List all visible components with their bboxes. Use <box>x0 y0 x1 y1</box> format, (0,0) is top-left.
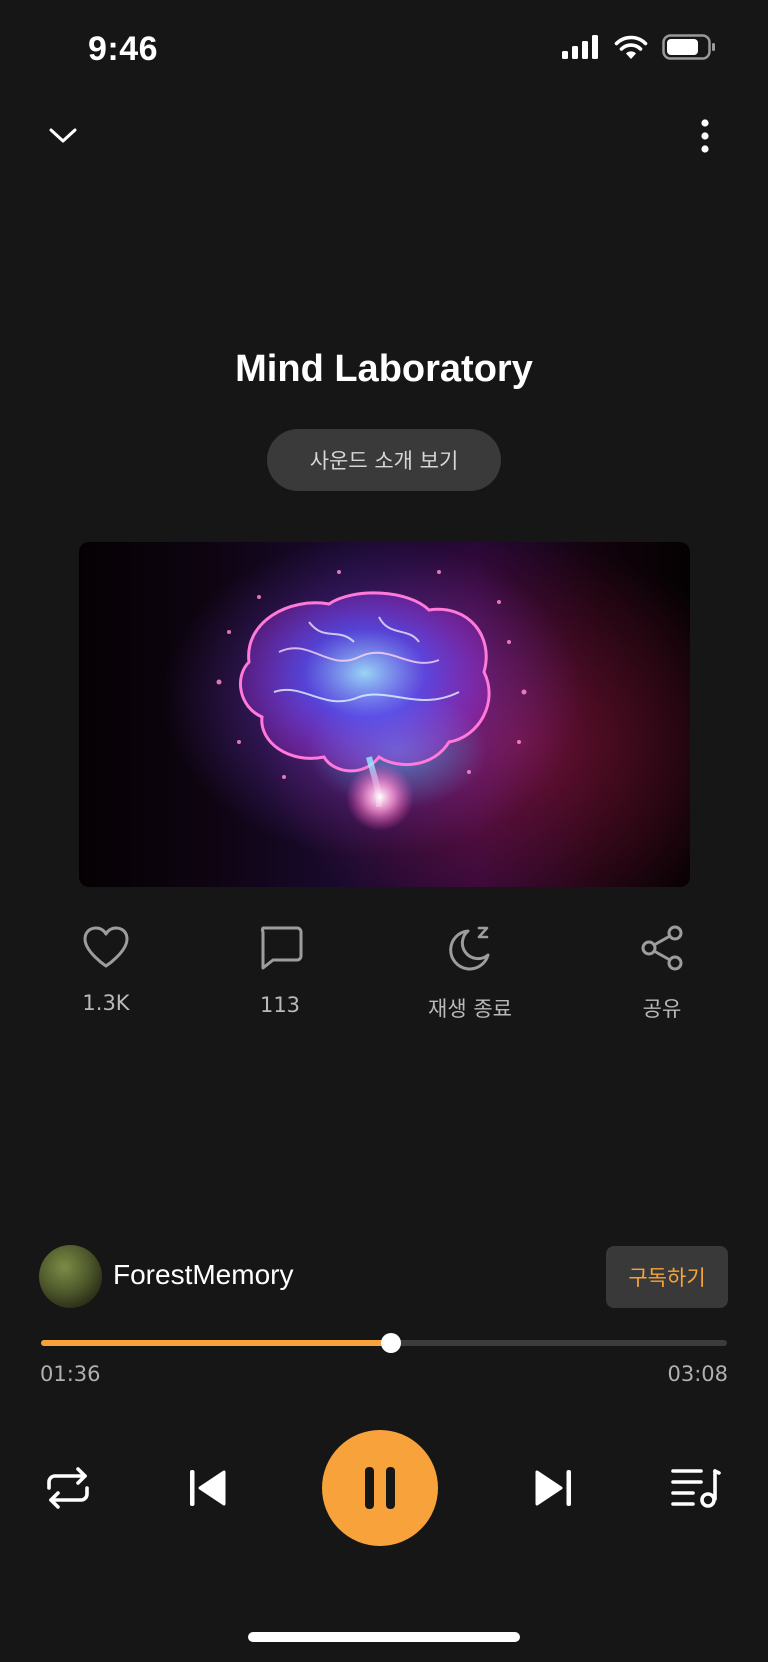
moon-sleep-icon <box>449 926 490 971</box>
subscribe-button[interactable]: 구독하기 <box>606 1246 728 1308</box>
comment-button[interactable]: 113 <box>215 925 345 1017</box>
player-screen: 9:46 Mind Laboratory 사운드 소개 보기 1.3K 113 … <box>0 0 768 1662</box>
chevron-down-icon <box>49 128 77 143</box>
track-title: Mind Laboratory <box>235 348 533 390</box>
cellular-signal-icon <box>562 35 598 59</box>
repeat-button[interactable] <box>40 1460 96 1516</box>
wifi-icon <box>614 35 648 59</box>
comment-icon <box>260 926 303 970</box>
sleep-timer-label: 재생 종료 <box>428 997 512 1021</box>
current-time: 01:36 <box>40 1362 101 1386</box>
battery-icon <box>662 34 715 60</box>
next-button[interactable] <box>525 1460 581 1516</box>
like-count: 1.3K <box>82 991 130 1015</box>
like-button[interactable]: 1.3K <box>41 925 171 1015</box>
pause-button[interactable] <box>322 1430 438 1546</box>
progress-fill <box>41 1340 391 1346</box>
comment-count: 113 <box>259 993 301 1017</box>
share-icon <box>641 925 683 971</box>
heart-icon <box>83 926 129 968</box>
progress-thumb[interactable] <box>380 1333 401 1353</box>
collapse-button[interactable] <box>35 108 91 164</box>
progress-bar[interactable] <box>41 1333 727 1353</box>
next-icon <box>535 1470 571 1506</box>
pause-icon <box>365 1467 395 1509</box>
creator-name[interactable]: ForestMemory <box>113 1259 293 1291</box>
more-vertical-icon <box>701 119 709 153</box>
repeat-icon <box>47 1467 89 1509</box>
previous-icon <box>190 1470 226 1506</box>
total-time: 03:08 <box>667 1362 728 1386</box>
previous-button[interactable] <box>180 1460 236 1516</box>
more-options-button[interactable] <box>677 108 733 164</box>
sound-intro-button[interactable]: 사운드 소개 보기 <box>267 429 501 491</box>
status-time: 9:46 <box>88 30 159 68</box>
home-indicator[interactable] <box>248 1632 520 1642</box>
playlist-button[interactable] <box>668 1460 724 1516</box>
status-icons <box>562 34 716 60</box>
sleep-timer-button[interactable]: 재생 종료 <box>405 925 535 1023</box>
share-button[interactable]: 공유 <box>597 925 727 1023</box>
track-artwork <box>79 542 690 887</box>
brain-illustration <box>216 570 527 831</box>
playlist-icon <box>671 1469 721 1508</box>
creator-avatar[interactable] <box>39 1245 102 1308</box>
share-label: 공유 <box>642 997 682 1021</box>
